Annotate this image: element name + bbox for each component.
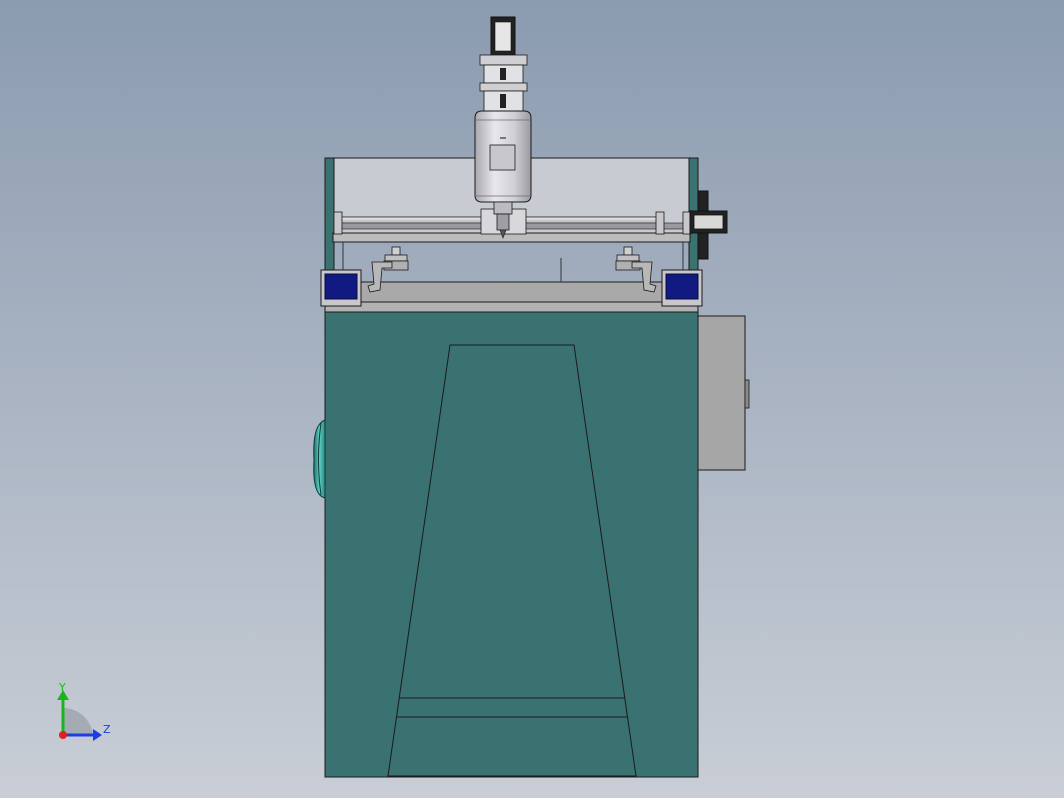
spindle-label-plate	[489, 144, 516, 171]
spindle-coupling-slot-2	[500, 94, 506, 108]
spindle-coupling-band	[479, 82, 528, 92]
left-navy-insert	[324, 273, 358, 300]
rail-right-end	[655, 211, 665, 235]
cad-viewport[interactable]: Y Z	[0, 0, 1064, 798]
spindle-top-window	[494, 21, 512, 52]
spindle-collet	[493, 201, 513, 215]
rail-left-end	[333, 211, 343, 235]
model-canvas: Y Z	[0, 0, 1064, 798]
right-navy-insert	[665, 273, 699, 300]
gantry-left-post[interactable]	[324, 157, 335, 271]
table-underside	[324, 301, 699, 313]
triad-x-origin	[59, 731, 67, 739]
spindle-coupling-upper	[479, 54, 528, 66]
triad-y-label: Y	[58, 681, 66, 694]
side-box-latch	[744, 379, 750, 409]
x-axis-motor-face	[693, 214, 724, 230]
spindle-nut	[496, 213, 510, 231]
spindle-coupling-slot	[500, 68, 506, 80]
side-electrical-box[interactable]	[697, 315, 746, 471]
triad-z-label: Z	[103, 723, 111, 736]
